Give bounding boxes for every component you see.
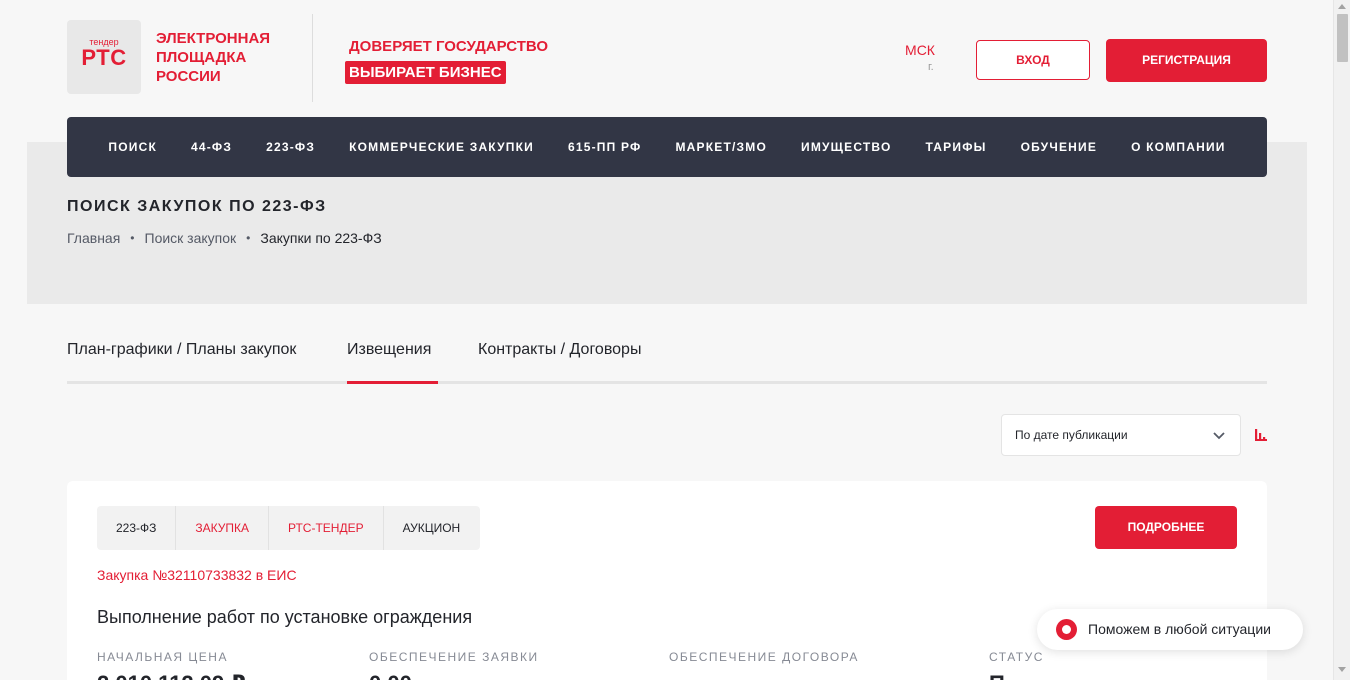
tag-law: 223-ФЗ [97,506,177,550]
nav-item-property[interactable]: ИМУЩЕСТВО [784,117,909,177]
sort-select[interactable]: По дате публикации [1001,414,1241,456]
nav-item-44fz[interactable]: 44-ФЗ [174,117,249,177]
field-label-contract-security: ОБЕСПЕЧЕНИЕ ДОГОВОРА [669,650,859,664]
nav-item-search[interactable]: ПОИСК [91,117,174,177]
scroll-down-arrow-icon[interactable] [1338,667,1346,672]
tag-method: АУКЦИОН [402,521,461,535]
purchase-card: 223-ФЗ ЗАКУПКА РТС-ТЕНДЕР АУКЦИОН ПОДРОБ… [67,481,1267,680]
login-button[interactable]: ВХОД [976,40,1090,80]
purchase-title[interactable]: Выполнение работ по установке ограждения [97,607,472,628]
nav-item-about[interactable]: О КОМПАНИИ [1114,117,1243,177]
field-value-price: 2 010 112,09 ₽ [97,671,246,680]
logo-brand-text: РТС [81,45,127,70]
scrollbar[interactable] [1333,0,1350,680]
nav-item-commercial[interactable]: КОММЕРЧЕСКИЕ ЗАКУПКИ [332,117,551,177]
site-header: тендер РТС ЭЛЕКТРОННАЯ ПЛОЩАДКА РОССИИ Д… [0,0,1333,117]
slogan-line-2: ВЫБИРАЕТ БИЗНЕС [345,61,506,84]
city-suffix: г. [928,61,934,73]
sort-bars-icon[interactable] [1254,427,1268,441]
field-value-status: П [989,671,1005,680]
tab-plans[interactable]: План-графики / Планы закупок [67,341,296,359]
help-chat-widget[interactable]: Поможем в любой ситуации [1037,609,1303,650]
scroll-up-arrow-icon[interactable] [1338,4,1346,9]
tabs-underline [67,381,1267,384]
header-divider [312,14,313,102]
chat-icon [1056,619,1077,640]
nav-item-market[interactable]: МАРКЕТ/ЗМО [658,117,784,177]
city-name: МСК [905,42,935,58]
logo[interactable]: тендер РТС [67,20,141,94]
tab-contracts[interactable]: Контракты / Договоры [478,341,641,359]
breadcrumb: Главная • Поиск закупок • Закупки по 223… [67,230,382,246]
city-selector[interactable]: МСК г. [900,42,940,73]
scroll-thumb[interactable] [1337,14,1348,62]
page-title: ПОИСК ЗАКУПОК ПО 223-ФЗ [67,198,327,215]
breadcrumb-separator: • [246,231,251,245]
nav-item-223fz[interactable]: 223-ФЗ [249,117,332,177]
tab-active-indicator [347,381,438,384]
tag-platform: РТС-ТЕНДЕР [269,506,384,550]
details-button[interactable]: ПОДРОБНЕЕ [1095,506,1237,549]
nav-item-tariffs[interactable]: ТАРИФЫ [909,117,1004,177]
sort-selected-value: По дате публикации [1015,428,1128,442]
field-label-price: НАЧАЛЬНАЯ ЦЕНА [97,650,228,664]
field-label-status: СТАТУС [989,650,1044,664]
field-value-bid-security: 0,00 [369,671,412,680]
breadcrumb-separator: • [130,231,135,245]
breadcrumb-search[interactable]: Поиск закупок [145,230,237,246]
slogan-line-1: ДОВЕРЯЕТ ГОСУДАРСТВО [349,38,549,55]
help-chat-text: Поможем в любой ситуации [1088,621,1271,637]
logo-caption[interactable]: ЭЛЕКТРОННАЯ ПЛОЩАДКА РОССИИ [156,29,306,86]
chevron-down-icon [1213,432,1225,440]
purchase-eis-link[interactable]: Закупка №32110733832 в ЕИС [97,567,297,583]
breadcrumb-current: Закупки по 223-ФЗ [260,230,382,246]
breadcrumb-home[interactable]: Главная [67,230,120,246]
main-nav: ПОИСК 44-ФЗ 223-ФЗ КОММЕРЧЕСКИЕ ЗАКУПКИ … [67,117,1267,177]
nav-item-training[interactable]: ОБУЧЕНИЕ [1004,117,1114,177]
register-button[interactable]: РЕГИСТРАЦИЯ [1106,39,1267,82]
tab-notices[interactable]: Извещения [347,341,431,359]
card-tags: 223-ФЗ ЗАКУПКА РТС-ТЕНДЕР АУКЦИОН [97,506,481,550]
nav-item-615pp[interactable]: 615-ПП РФ [551,117,659,177]
tag-type: ЗАКУПКА [176,506,270,550]
field-label-bid-security: ОБЕСПЕЧЕНИЕ ЗАЯВКИ [369,650,539,664]
